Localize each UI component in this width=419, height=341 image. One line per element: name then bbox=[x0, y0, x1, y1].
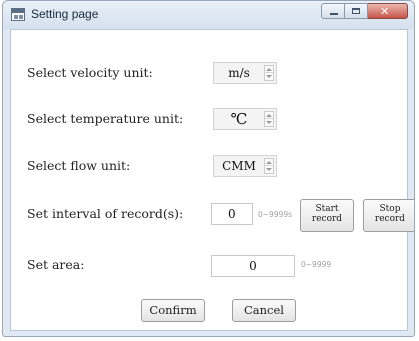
settings-panel: Select velocity unit: m/s Select tempera… bbox=[10, 29, 414, 331]
maximize-button[interactable] bbox=[345, 3, 368, 19]
spinner-arrows-icon[interactable] bbox=[264, 65, 274, 81]
window-controls: ✕ bbox=[321, 3, 408, 21]
spinner-arrows-icon[interactable] bbox=[264, 111, 274, 127]
temperature-unit-label: Select temperature unit: bbox=[27, 111, 184, 126]
spinner-arrows-icon[interactable] bbox=[264, 158, 274, 174]
cancel-button[interactable]: Cancel bbox=[232, 299, 296, 322]
stop-record-button[interactable]: Stop record bbox=[363, 199, 414, 232]
close-icon: ✕ bbox=[380, 5, 390, 18]
close-button[interactable]: ✕ bbox=[368, 3, 408, 19]
stop-record-label-line1: Stop bbox=[379, 204, 401, 214]
maximize-icon bbox=[352, 8, 360, 14]
flow-unit-label: Select flow unit: bbox=[27, 158, 131, 173]
minimize-button[interactable] bbox=[321, 3, 345, 19]
velocity-unit-spinner[interactable]: m/s bbox=[213, 62, 277, 84]
record-interval-range-hint: 0~9999s bbox=[258, 210, 293, 219]
stop-record-label-line2: record bbox=[374, 214, 406, 224]
window-title: Setting page bbox=[31, 7, 99, 21]
area-range-hint: 0~9999 bbox=[301, 260, 332, 269]
area-label: Set area: bbox=[27, 257, 85, 272]
confirm-button[interactable]: Confirm bbox=[141, 299, 205, 322]
flow-unit-spinner[interactable]: CMM bbox=[213, 155, 277, 177]
velocity-unit-label: Select velocity unit: bbox=[27, 65, 153, 80]
title-bar[interactable]: Setting page ✕ bbox=[3, 1, 414, 29]
flow-unit-value: CMM bbox=[222, 159, 256, 173]
start-record-label-line1: Start bbox=[315, 204, 339, 214]
settings-window-icon bbox=[11, 8, 25, 21]
start-record-label-line2: record bbox=[311, 214, 343, 224]
record-interval-input[interactable]: 0 bbox=[211, 203, 253, 225]
velocity-unit-value: m/s bbox=[228, 66, 250, 80]
settings-window: Setting page ✕ Select velocity unit: m/s… bbox=[2, 0, 415, 337]
temperature-unit-value: ℃ bbox=[230, 110, 248, 128]
start-record-button[interactable]: Start record bbox=[300, 199, 354, 232]
record-interval-label: Set interval of record(s): bbox=[27, 206, 184, 221]
temperature-unit-spinner[interactable]: ℃ bbox=[213, 108, 277, 130]
area-input[interactable]: 0 bbox=[211, 255, 295, 277]
minimize-icon bbox=[330, 13, 338, 15]
